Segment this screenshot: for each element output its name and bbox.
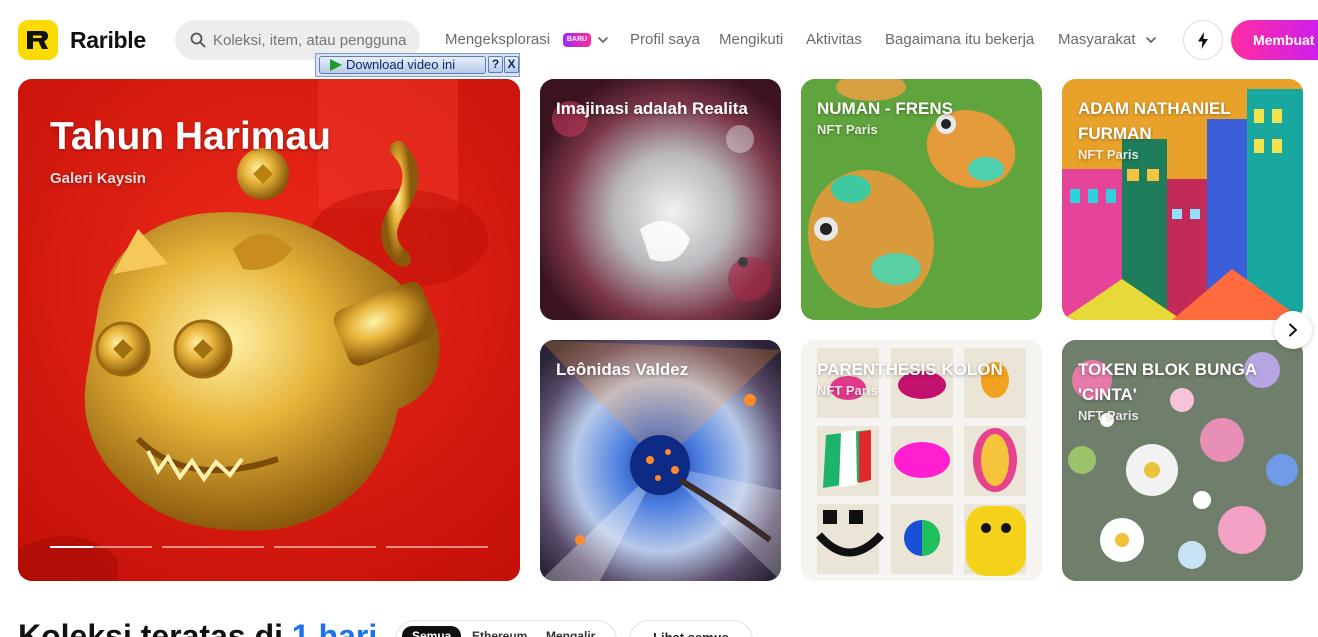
card-title: Leônidas Valdez: [556, 360, 689, 379]
hero-title: Tahun Harimau: [50, 115, 331, 158]
card-title-block: NUMAN - FRENS NFT Paris: [817, 96, 1028, 138]
download-video-toolbar: Download video ini ? X: [315, 53, 520, 77]
card-title-block: Imajinasi adalah Realita: [556, 96, 767, 121]
period-selector[interactable]: 1 hari: [292, 618, 377, 637]
create-button[interactable]: Membuat: [1231, 20, 1318, 60]
section-title-prefix: Koleksi teratas di: [18, 618, 283, 637]
new-badge: BARU: [563, 33, 591, 47]
card-title: ADAM NATHANIEL FURMAN: [1078, 99, 1231, 143]
card-title: NUMAN - FRENS: [817, 99, 953, 118]
collection-card[interactable]: ADAM NATHANIEL FURMAN NFT Paris: [1062, 79, 1303, 320]
see-all-button[interactable]: Lihat semua: [629, 620, 753, 637]
nav-following[interactable]: Mengikuti: [719, 31, 783, 48]
slide-progress-4[interactable]: [386, 546, 488, 548]
help-button[interactable]: ?: [488, 56, 503, 73]
filter-flow[interactable]: Mengalir: [546, 629, 595, 637]
chain-filter: Semua Ethereum Mengalir: [395, 620, 617, 637]
close-button[interactable]: X: [504, 56, 519, 73]
nav-community[interactable]: Masyarakat: [1058, 31, 1136, 48]
chevron-down-icon[interactable]: [597, 34, 609, 46]
card-subtitle: NFT Paris: [1078, 147, 1139, 162]
collection-card[interactable]: TOKEN BLOK BUNGA 'CINTA' NFT Paris: [1062, 340, 1303, 581]
slide-progress-1[interactable]: [50, 546, 152, 548]
nav-how-it-works[interactable]: Bagaimana itu bekerja: [885, 31, 1034, 48]
chevron-right-icon: [1289, 323, 1297, 337]
nav-explore[interactable]: Mengeksplorasi: [445, 31, 550, 48]
download-video-button[interactable]: Download video ini: [319, 56, 486, 74]
collection-card[interactable]: NUMAN - FRENS NFT Paris: [801, 79, 1042, 320]
filter-all[interactable]: Semua: [402, 626, 462, 637]
download-video-label: Download video ini: [346, 57, 456, 72]
card-title-block: TOKEN BLOK BUNGA 'CINTA' NFT Paris: [1078, 357, 1289, 424]
chevron-down-icon[interactable]: [1145, 34, 1157, 46]
slide-progress-3[interactable]: [274, 546, 376, 548]
hero-title-block: Tahun Harimau Galeri Kaysin: [50, 114, 506, 187]
card-subtitle: NFT Paris: [817, 383, 878, 398]
lightning-icon: [1198, 32, 1208, 49]
play-icon: [330, 59, 342, 71]
collection-card[interactable]: PARENTHESIS KOLON NFT Paris: [801, 340, 1042, 581]
activity-bolt-button[interactable]: [1183, 20, 1223, 60]
card-title: Imajinasi adalah Realita: [556, 99, 748, 118]
nav-activity[interactable]: Aktivitas: [806, 31, 862, 48]
filter-ethereum[interactable]: Ethereum: [472, 629, 527, 637]
card-title-block: ADAM NATHANIEL FURMAN NFT Paris: [1078, 96, 1289, 163]
hero-card[interactable]: Tahun Harimau Galeri Kaysin: [18, 79, 520, 581]
brand-name[interactable]: Rarible: [70, 27, 146, 54]
section-title: Koleksi teratas di 1 hari: [18, 618, 377, 637]
card-subtitle: NFT Paris: [1078, 408, 1139, 423]
search-icon: [190, 32, 206, 48]
card-title-block: Leônidas Valdez: [556, 357, 767, 382]
hero-subtitle[interactable]: Galeri Kaysin: [50, 170, 506, 187]
card-title: TOKEN BLOK BUNGA 'CINTA': [1078, 360, 1257, 404]
top-navbar: Rarible Mengeksplorasi BARU Profil saya …: [0, 0, 1318, 80]
card-title-block: PARENTHESIS KOLON NFT Paris: [817, 357, 1028, 399]
rarible-logo-icon[interactable]: [18, 20, 58, 60]
collection-card[interactable]: Imajinasi adalah Realita: [540, 79, 781, 320]
slide-progress-2[interactable]: [162, 546, 264, 548]
card-title: PARENTHESIS KOLON: [817, 360, 1003, 379]
nav-my-profile[interactable]: Profil saya: [630, 31, 700, 48]
carousel-next-button[interactable]: [1274, 311, 1312, 349]
collection-card[interactable]: Leônidas Valdez: [540, 340, 781, 581]
card-subtitle: NFT Paris: [817, 122, 878, 137]
